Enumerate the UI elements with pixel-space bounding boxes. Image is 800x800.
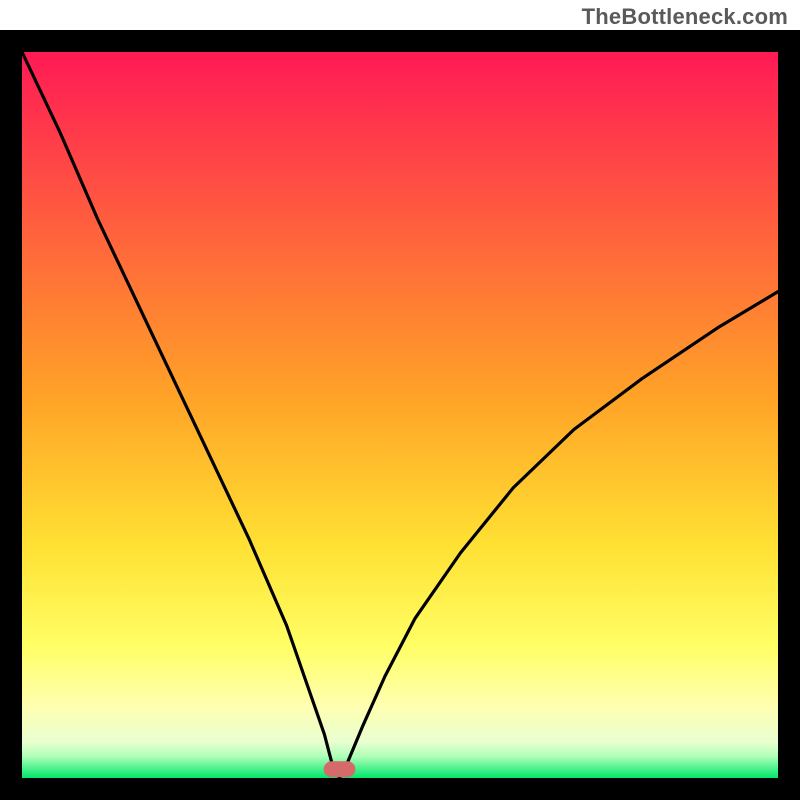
chart-background [22, 52, 778, 778]
bottleneck-marker [324, 761, 356, 777]
bottleneck-chart [0, 0, 800, 800]
watermark-text: TheBottleneck.com [582, 4, 788, 30]
chart-container: TheBottleneck.com [0, 0, 800, 800]
